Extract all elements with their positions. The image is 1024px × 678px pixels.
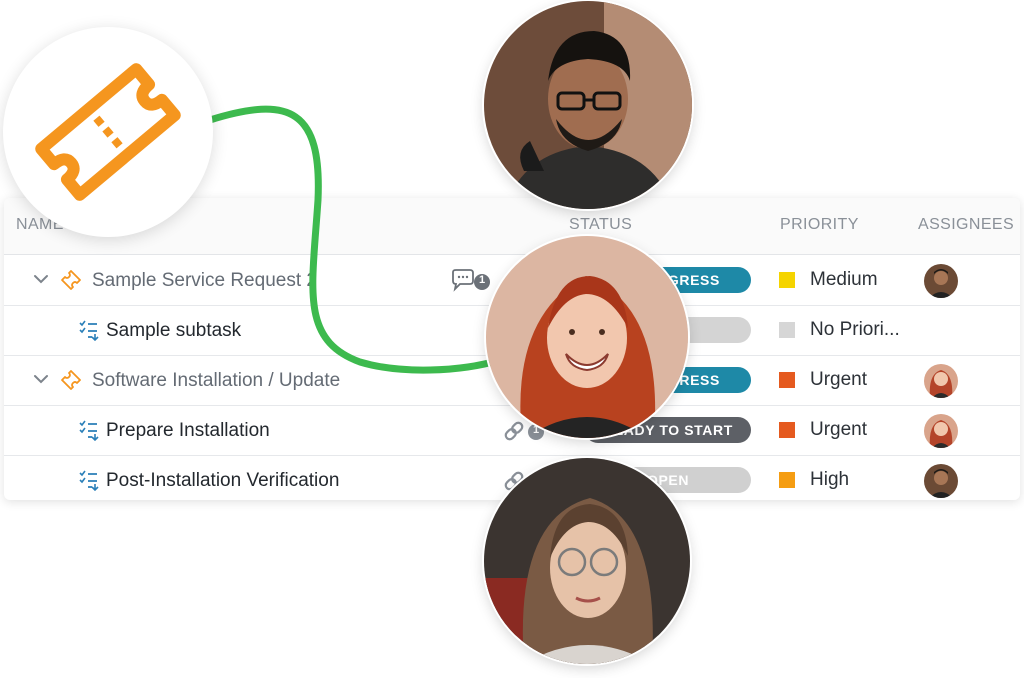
priority-color-square [779,322,795,338]
chevron-down-icon[interactable] [32,270,50,288]
column-header-status[interactable]: STATUS [569,216,632,234]
priority-color-square [779,472,795,488]
portrait-man-photo [484,1,692,209]
subtask-icon [79,470,99,491]
portrait-woman-red-hair-photo [486,236,688,438]
ticket-icon [35,63,181,201]
comment-count-badge: 1 [479,274,486,286]
priority-label[interactable]: No Priori... [810,319,900,341]
subtask-icon [79,320,99,341]
avatar[interactable] [924,264,958,298]
portrait-woman-glasses-photo [484,458,690,664]
avatar[interactable] [924,464,958,498]
priority-label[interactable]: High [810,469,849,491]
task-name[interactable]: Sample subtask [106,320,241,342]
avatar[interactable] [924,364,958,398]
column-header-assignees[interactable]: ASSIGNEES [918,216,1014,234]
column-header-priority[interactable]: PRIORITY [780,216,859,234]
task-name[interactable]: Sample Service Request 2 [92,270,317,292]
priority-label[interactable]: Urgent [810,419,867,441]
ticket-logo-bubble [3,27,213,237]
priority-color-square [779,422,795,438]
priority-color-square [779,272,795,288]
priority-label[interactable]: Urgent [810,369,867,391]
chevron-down-icon[interactable] [32,370,50,388]
avatar[interactable] [924,414,958,448]
priority-color-square [779,372,795,388]
ticket-icon [61,370,81,390]
task-name[interactable]: Prepare Installation [106,420,270,442]
comment-icon [452,269,490,292]
priority-label[interactable]: Medium [810,269,878,291]
table-row[interactable]: Prepare Installation 1 READY TO START Ur… [4,406,1020,456]
comment-count[interactable]: 1 [450,268,496,294]
subtask-icon [79,420,99,441]
ticket-icon [61,270,81,290]
task-name[interactable]: Software Installation / Update [92,370,340,392]
task-name[interactable]: Post-Installation Verification [106,470,339,492]
